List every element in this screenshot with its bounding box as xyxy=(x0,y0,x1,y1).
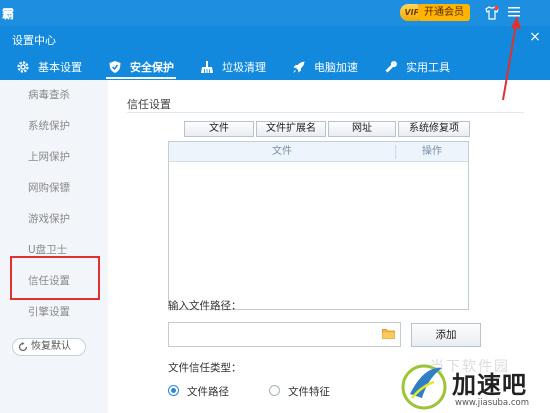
shield-icon xyxy=(109,61,121,73)
radio-file-feature-label[interactable]: 文件特征 xyxy=(288,384,330,399)
settings-header: 设置中心 × 基本设置 安全保护 垃圾清理 电脑加速 实用工具 xyxy=(0,26,550,80)
app-brand: 霸 xyxy=(2,7,15,21)
close-icon[interactable]: × xyxy=(528,30,542,44)
sidebar-item-virus-scan[interactable]: 病毒查杀 xyxy=(0,80,108,111)
sidebar-item-shopping-guard[interactable]: 网购保镖 xyxy=(0,173,108,204)
watermark-logo-icon xyxy=(401,364,447,410)
filter-url-button[interactable]: 网址 xyxy=(328,121,396,137)
filter-extension-button[interactable]: 文件扩展名 xyxy=(256,121,326,137)
sidebar-item-system-protection[interactable]: 系统保护 xyxy=(0,111,108,142)
settings-sidebar: 病毒查杀 系统保护 上网保护 网购保镖 游戏保护 U盘卫士 信任设置 引擎设置 xyxy=(0,80,108,413)
restore-defaults-label: 恢复默认 xyxy=(31,341,71,352)
tab-pc-acceleration[interactable]: 电脑加速 xyxy=(276,54,368,80)
skin-shirt-icon[interactable] xyxy=(484,5,500,21)
tab-utility-tools[interactable]: 实用工具 xyxy=(368,54,460,80)
settings-window: 设置中心 × 基本设置 安全保护 垃圾清理 电脑加速 实用工具 病毒查杀 系统保… xyxy=(0,26,550,413)
tab-label: 实用工具 xyxy=(406,61,450,74)
browse-folder-icon[interactable] xyxy=(382,328,395,339)
radio-file-path[interactable] xyxy=(168,385,179,396)
column-header-action: 操作 xyxy=(422,146,442,157)
gear-icon xyxy=(17,61,29,73)
wrench-icon xyxy=(385,61,397,73)
tab-label: 安全保护 xyxy=(130,61,174,74)
sidebar-item-web-protection[interactable]: 上网保护 xyxy=(0,142,108,173)
column-header-file: 文件 xyxy=(272,146,292,157)
settings-title: 设置中心 xyxy=(12,34,56,47)
filter-file-button[interactable]: 文件 xyxy=(184,121,254,137)
tab-label: 电脑加速 xyxy=(314,61,358,74)
rocket-icon xyxy=(293,61,305,73)
sidebar-item-game-protection[interactable]: 游戏保护 xyxy=(0,204,108,235)
watermark-url: www.jiasuba.com xyxy=(455,398,529,408)
sidebar-item-engine-settings[interactable]: 引擎设置 xyxy=(0,297,108,328)
radio-file-feature[interactable] xyxy=(269,385,280,396)
radio-file-path-label[interactable]: 文件路径 xyxy=(187,384,229,399)
filter-system-repair-button[interactable]: 系统修复项 xyxy=(398,121,470,137)
main-menu-icon[interactable] xyxy=(507,6,521,18)
tab-label: 基本设置 xyxy=(38,61,82,74)
vip-open-button[interactable]: 开通会员 xyxy=(418,4,470,21)
tab-label: 垃圾清理 xyxy=(222,61,266,74)
add-button[interactable]: 添加 xyxy=(411,323,481,347)
table-header: 文件 操作 xyxy=(169,142,468,162)
settings-tabs: 基本设置 安全保护 垃圾清理 电脑加速 实用工具 xyxy=(0,54,460,80)
refresh-icon xyxy=(18,342,28,352)
restore-defaults-button[interactable]: 恢复默认 xyxy=(12,338,86,356)
annotation-highlight-box xyxy=(10,256,100,300)
section-title: 信任设置 xyxy=(127,98,171,111)
trust-list-table[interactable]: 文件 操作 xyxy=(168,141,469,310)
broom-icon xyxy=(201,61,213,73)
tab-security-protection[interactable]: 安全保护 xyxy=(92,54,184,80)
app-title-bar: 霸 VIP 开通会员 xyxy=(0,0,550,26)
trust-type-label: 文件信任类型： xyxy=(168,362,242,374)
watermark-brand-text: 加速吧 xyxy=(452,370,527,399)
tab-basic-settings[interactable]: 基本设置 xyxy=(0,54,92,80)
file-path-input[interactable] xyxy=(168,322,401,347)
section-divider xyxy=(127,112,524,113)
tab-junk-cleanup[interactable]: 垃圾清理 xyxy=(184,54,276,80)
path-input-label: 输入文件路径： xyxy=(168,300,242,312)
